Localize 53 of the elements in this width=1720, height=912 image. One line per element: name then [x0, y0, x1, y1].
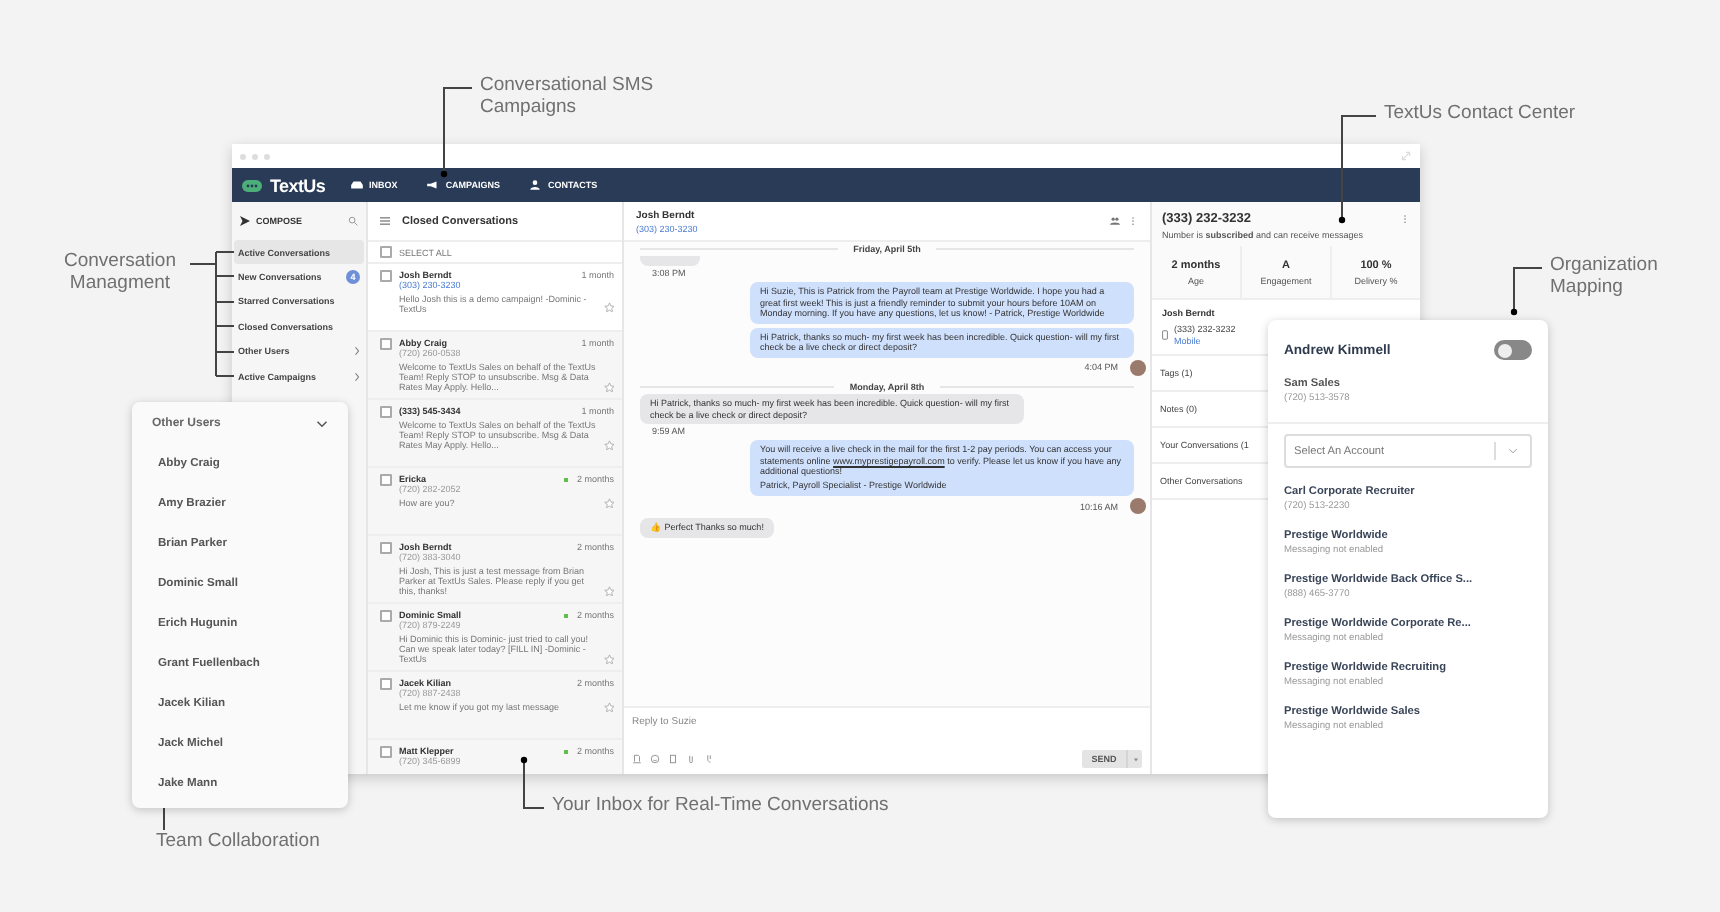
emoji-icon[interactable] [650, 754, 660, 764]
checkbox[interactable] [380, 270, 391, 281]
megaphone-icon [425, 180, 440, 190]
checkbox[interactable] [380, 610, 391, 621]
star-icon[interactable] [603, 653, 614, 665]
callout-label: Conversation Managment [62, 252, 178, 294]
star-icon[interactable] [603, 302, 614, 314]
chevron-down-icon [1508, 448, 1518, 454]
star-icon[interactable] [603, 439, 614, 451]
window-dot[interactable] [252, 153, 258, 159]
checkbox[interactable] [380, 246, 391, 258]
toggle-switch[interactable] [1494, 340, 1532, 360]
window-dot[interactable] [264, 153, 270, 159]
chevron-right-icon [354, 346, 360, 357]
star-icon[interactable] [603, 381, 614, 393]
leader-line [520, 756, 545, 809]
checkbox[interactable] [380, 542, 391, 553]
leader-line [189, 251, 235, 377]
menu-icon[interactable] [380, 216, 390, 226]
star-icon[interactable] [603, 701, 614, 712]
logo-text: TextUs [270, 175, 326, 195]
star-icon[interactable] [603, 497, 614, 508]
checkbox[interactable] [380, 338, 391, 349]
star-icon[interactable] [603, 585, 614, 597]
logo-icon [242, 179, 262, 191]
leader-line [1510, 267, 1543, 316]
send-options-button[interactable] [1126, 750, 1142, 768]
leader-line [440, 87, 473, 178]
checkbox[interactable] [380, 678, 391, 689]
send-icon [240, 216, 250, 226]
paperclip-icon[interactable] [686, 754, 696, 764]
avatar-photo [1130, 359, 1146, 376]
callout-label: Organization Mapping [1550, 256, 1660, 298]
phone-icon [1162, 330, 1168, 340]
callout-label: TextUs Contact Center [1384, 104, 1578, 125]
callout-label: Your Inbox for Real-Time Conversations [552, 796, 891, 817]
callout-label: Team Collaboration [156, 832, 322, 853]
callout-label: Conversational SMS Campaigns [480, 76, 656, 118]
caret-icon [1133, 757, 1137, 761]
person-icon [527, 180, 542, 190]
chevron-icon[interactable] [316, 420, 328, 428]
checkbox[interactable] [380, 746, 391, 757]
window-dot[interactable] [240, 153, 246, 159]
people-icon[interactable] [1110, 216, 1120, 226]
expand-icon[interactable] [1400, 150, 1412, 162]
document-icon[interactable] [668, 754, 678, 764]
inbox-icon [349, 180, 364, 190]
chevron-right-icon [354, 371, 360, 382]
checkbox[interactable] [380, 474, 391, 485]
search-icon[interactable] [348, 216, 358, 226]
leader-line [1338, 115, 1377, 224]
checkbox[interactable] [380, 406, 391, 417]
avatar-photo [1130, 498, 1146, 515]
